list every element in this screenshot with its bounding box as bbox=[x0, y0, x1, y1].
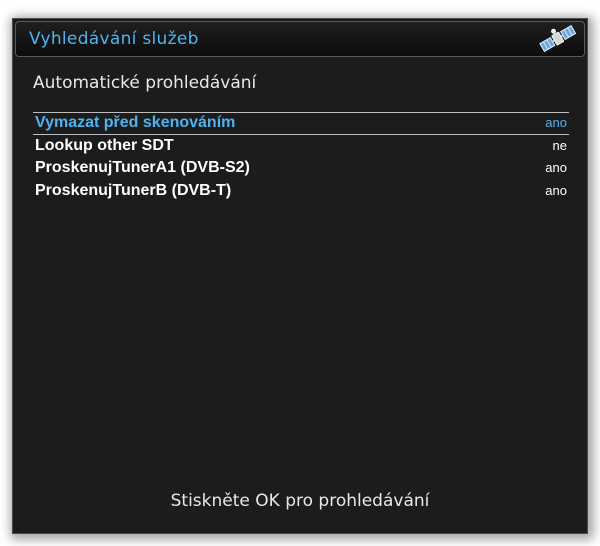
setting-value[interactable]: ne bbox=[553, 138, 567, 153]
footer-hint: Stiskněte OK pro prohledávání bbox=[170, 491, 430, 511]
setting-row-scan-tuner-a1[interactable]: ProskenujTunerA1 (DVB-S2) ano bbox=[33, 157, 569, 180]
setting-label: ProskenujTunerA1 (DVB-S2) bbox=[35, 159, 250, 176]
setting-value[interactable]: ano bbox=[545, 115, 567, 130]
setting-label: ProskenujTunerB (DVB-T) bbox=[35, 181, 232, 199]
setting-value[interactable]: ano bbox=[545, 183, 567, 198]
settings-list: Vymazat před skenováním ano Lookup other… bbox=[33, 112, 569, 202]
title-bar: Vyhledávání služeb bbox=[15, 21, 585, 57]
window-title: Vyhledávání služeb bbox=[29, 29, 199, 49]
setting-value[interactable]: ano bbox=[545, 160, 567, 175]
setting-row-lookup-other-sdt[interactable]: Lookup other SDT ne bbox=[33, 135, 569, 158]
setting-label: Lookup other SDT bbox=[35, 136, 174, 154]
setting-row-scan-tuner-b[interactable]: ProskenujTunerB (DVB-T) ano bbox=[33, 180, 569, 203]
section-title: Automatické prohledávání bbox=[33, 73, 257, 93]
setting-row-clear-before-scan[interactable]: Vymazat před skenováním ano bbox=[33, 112, 569, 135]
setting-label: Vymazat před skenováním bbox=[35, 114, 236, 131]
satellite-icon bbox=[539, 24, 577, 53]
scan-services-dialog: Vyhledávání služeb Automatické prohledáv… bbox=[12, 18, 588, 534]
